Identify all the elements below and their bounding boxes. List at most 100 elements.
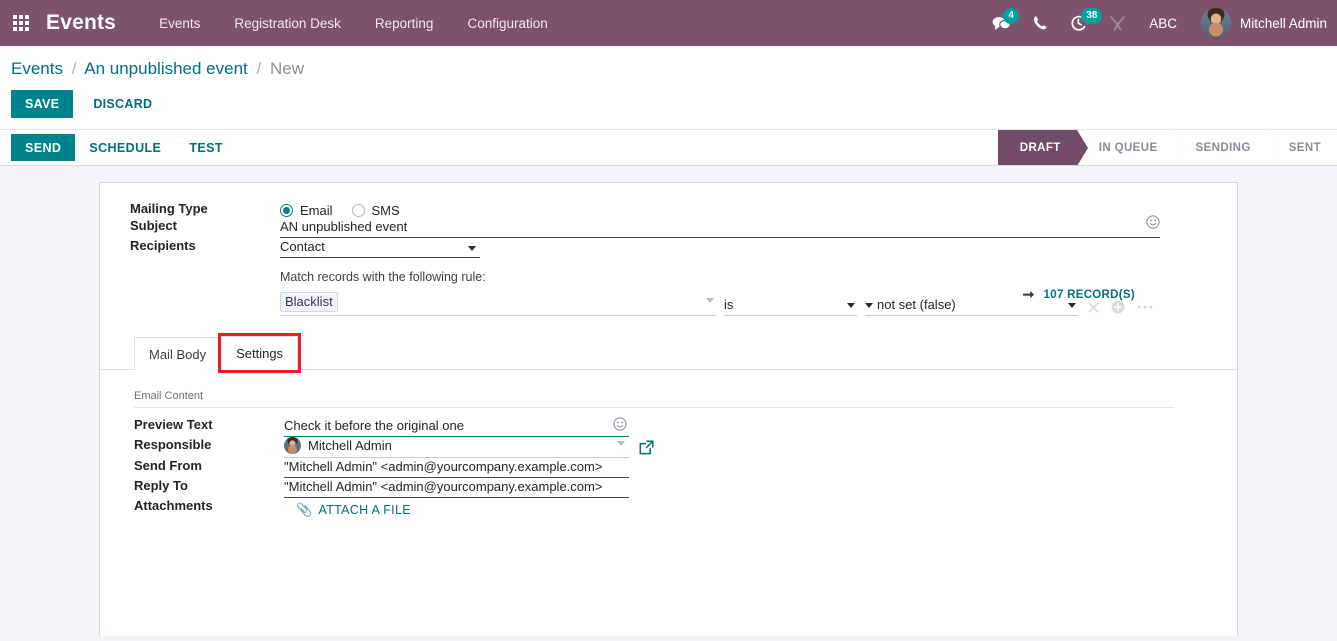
schedule-button[interactable]: SCHEDULE — [75, 134, 175, 161]
attach-a-file-label: ATTACH A FILE — [318, 503, 411, 518]
control-panel: SEND SCHEDULE TEST DRAFT IN QUEUE SENDIN… — [0, 129, 1337, 166]
top-navbar: Events Events Registration Desk Reportin… — [0, 0, 1337, 46]
breadcrumb-separator-1: / — [71, 59, 77, 78]
domain-value-selector[interactable]: not set (false) — [865, 297, 1078, 317]
rule-note-label: Match records with the following rule: — [280, 270, 486, 284]
main-field-table: Mailing Type Email SMS Subject AN unpubl… — [130, 201, 1165, 317]
avatar — [284, 437, 301, 455]
save-button[interactable]: SAVE — [11, 90, 74, 118]
responsible-many2one[interactable]: Mitchell Admin — [284, 437, 629, 459]
breadcrumb-separator-2: / — [256, 59, 262, 78]
form-view-container: Mailing Type Email SMS Subject AN unpubl… — [0, 166, 1337, 636]
menu-item-events[interactable]: Events — [142, 0, 217, 46]
domain-value-label: not set (false) — [877, 297, 956, 313]
breadcrumb-parent[interactable]: An unpublished event — [84, 59, 248, 78]
domain-field-selector[interactable]: Blacklist — [280, 292, 716, 317]
menu-item-registration-desk[interactable]: Registration Desk — [217, 0, 358, 46]
breadcrumb-current: New — [269, 59, 304, 78]
breadcrumb: Events / An unpublished event / New — [11, 59, 1337, 79]
main-menu: Events Registration Desk Reporting Confi… — [142, 0, 565, 46]
status-step-in-queue[interactable]: IN QUEUE — [1076, 130, 1185, 166]
field-row-preview-text: Preview Text — [134, 417, 654, 438]
field-row-recipients: Recipients Contact — [130, 238, 1165, 258]
attachments-label: Attachments — [134, 498, 213, 514]
recipients-select-wrapper: Contact — [280, 238, 480, 258]
mailing-type-radio-group: Email SMS — [280, 201, 1165, 218]
chevron-down-icon-operator — [847, 303, 855, 309]
responsible-value: Mitchell Admin — [308, 438, 392, 454]
domain-operator-selector[interactable]: is — [724, 297, 857, 317]
paperclip-icon: 📎 — [296, 502, 313, 518]
messages-icon[interactable]: 4 — [981, 0, 1022, 46]
status-bar: DRAFT IN QUEUE SENDING SENT — [997, 130, 1337, 166]
reply-to-input[interactable] — [284, 478, 629, 499]
mailing-type-label: Mailing Type — [130, 201, 208, 216]
send-from-label: Send From — [134, 458, 202, 474]
menu-item-configuration[interactable]: Configuration — [450, 0, 564, 46]
subject-input[interactable] — [280, 218, 1160, 238]
domain-operator-label: is — [724, 297, 734, 313]
external-link-icon[interactable] — [639, 440, 654, 455]
avatar — [1200, 8, 1231, 38]
activity-clock-icon[interactable]: 38 — [1059, 0, 1103, 46]
status-step-draft[interactable]: DRAFT — [997, 130, 1088, 166]
notebook-tabs: Mail Body Settings — [100, 333, 1237, 374]
responsible-label: Responsible — [134, 437, 212, 453]
field-row-subject: Subject — [130, 215, 1165, 238]
chevron-down-icon-value-left — [865, 303, 873, 309]
ellipsis-icon[interactable] — [1137, 304, 1153, 310]
attach-a-file-button[interactable]: 📎 ATTACH A FILE — [296, 498, 411, 518]
send-from-input[interactable] — [284, 458, 629, 479]
field-row-mailing-type: Mailing Type Email SMS — [130, 201, 1165, 218]
reply-to-label: Reply To — [134, 478, 188, 494]
close-icon[interactable] — [1088, 302, 1099, 313]
phone-icon[interactable] — [1022, 0, 1059, 46]
subject-label: Subject — [130, 218, 177, 233]
apps-grid-icon[interactable] — [0, 0, 42, 46]
domain-editor: Match records with the following rule: ➞… — [280, 258, 1165, 317]
field-row-responsible: Responsible Mitchell Admin — [134, 437, 654, 459]
radio-label-sms: SMS — [371, 203, 400, 218]
app-brand-title[interactable]: Events — [42, 11, 128, 35]
navbar-systray: 4 38 ABC Mitchell Admin — [981, 0, 1337, 46]
tab-mail-body[interactable]: Mail Body — [134, 337, 222, 371]
debug-indicator[interactable]: ABC — [1137, 16, 1189, 31]
breadcrumb-root[interactable]: Events — [11, 59, 63, 78]
radio-option-sms[interactable]: SMS — [351, 203, 400, 218]
smiley-icon[interactable] — [1146, 215, 1160, 231]
field-row-reply-to: Reply To — [134, 478, 654, 499]
user-name-label: Mitchell Admin — [1239, 15, 1327, 31]
tools-icon[interactable] — [1098, 0, 1137, 46]
test-button[interactable]: TEST — [175, 134, 237, 161]
menu-item-reporting[interactable]: Reporting — [358, 0, 451, 46]
status-step-sent[interactable]: SENT — [1266, 130, 1337, 166]
radio-dot-email[interactable] — [280, 204, 293, 217]
preview-text-input[interactable] — [284, 417, 629, 438]
settings-field-table: Preview Text Check it before the origina… — [134, 417, 654, 518]
recipients-label: Recipients — [130, 238, 196, 253]
field-row-domain: Match records with the following rule: ➞… — [130, 258, 1165, 317]
breadcrumb-bar: Events / An unpublished event / New — [0, 46, 1337, 79]
radio-option-email[interactable]: Email — [280, 203, 333, 218]
smiley-icon-preview[interactable] — [613, 417, 627, 433]
user-menu[interactable]: Mitchell Admin — [1189, 0, 1337, 46]
form-fields-group: Mailing Type Email SMS Subject AN unpubl… — [100, 183, 1237, 317]
subject-field-wrapper — [280, 215, 1160, 238]
discard-button[interactable]: DISCARD — [79, 90, 166, 118]
chevron-down-icon-field — [706, 298, 714, 303]
radio-label-email: Email — [300, 203, 333, 218]
settings-tab-pane: Email Content Preview Text Check it befo… — [100, 370, 1237, 518]
radio-dot-sms[interactable] — [351, 204, 365, 217]
tab-settings[interactable]: Settings — [218, 333, 302, 374]
field-row-send-from: Send From — [134, 458, 654, 479]
domain-field-name[interactable]: Blacklist — [280, 292, 338, 313]
status-step-sending[interactable]: SENDING — [1173, 130, 1278, 166]
field-row-attachments: Attachments 📎 ATTACH A FILE — [134, 498, 654, 518]
record-action-bar: SAVE DISCARD — [0, 79, 1337, 129]
send-button[interactable]: SEND — [11, 134, 76, 161]
chevron-down-icon-value — [1068, 303, 1076, 309]
preview-text-field-wrapper — [284, 417, 629, 438]
form-sheet: Mailing Type Email SMS Subject AN unpubl… — [99, 182, 1238, 636]
recipients-select[interactable]: Contact — [280, 238, 480, 258]
messages-badge: 4 — [1003, 8, 1020, 24]
